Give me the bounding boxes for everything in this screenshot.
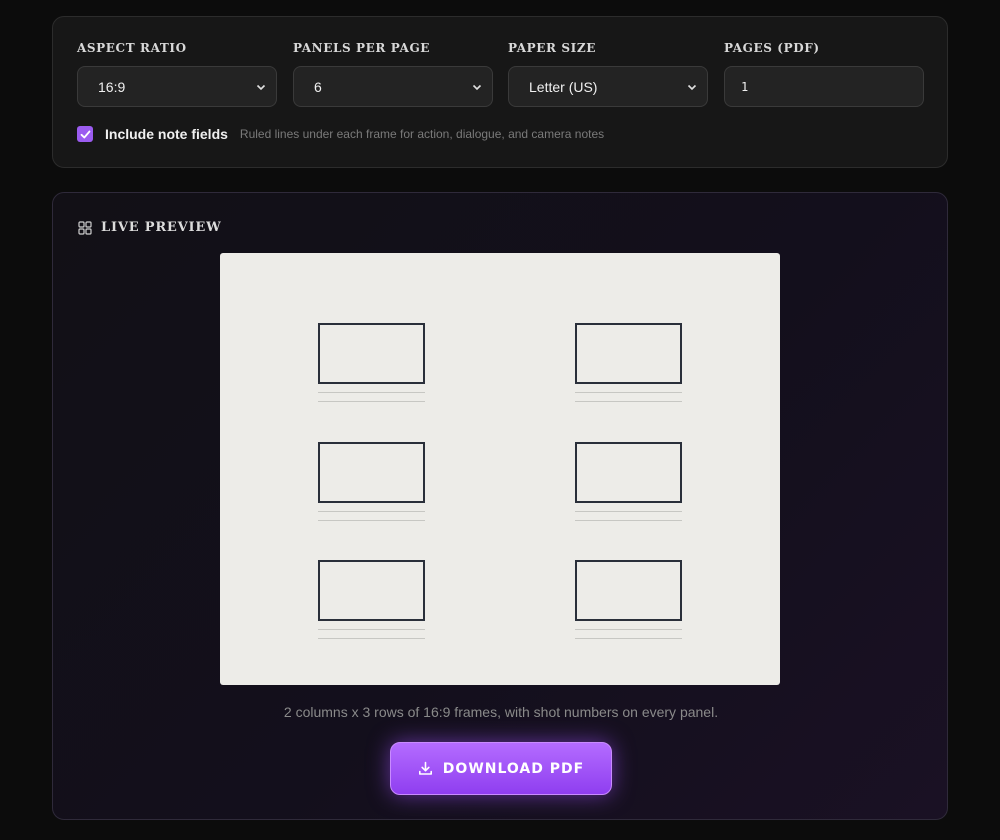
preview-header: LIVE PREVIEW	[78, 220, 222, 235]
note-line	[318, 520, 425, 521]
storyboard-panel	[575, 560, 682, 639]
settings-card: ASPECT RATIO 16:9 PANELS PER PAGE 6 PAPE…	[52, 16, 948, 168]
preview-card: LIVE PREVIEW 2 columns x 3 rows of 16:9 …	[52, 192, 948, 820]
paper-size-field: PAPER SIZE Letter (US)	[508, 41, 708, 107]
storyboard-panel	[318, 560, 425, 639]
note-line	[575, 638, 682, 639]
pages-label: PAGES (PDF)	[724, 41, 820, 55]
check-icon	[80, 130, 90, 138]
note-line	[575, 392, 682, 393]
aspect-ratio-select[interactable]: 16:9	[77, 66, 277, 107]
paper-size-select[interactable]: Letter (US)	[508, 66, 708, 107]
note-line	[318, 401, 425, 402]
chevron-down-icon	[472, 84, 482, 90]
chevron-down-icon	[256, 84, 266, 90]
panel-frame	[575, 560, 682, 621]
panel-frame	[318, 323, 425, 384]
download-icon	[418, 761, 432, 775]
pages-value: 1	[741, 79, 749, 94]
note-line	[575, 401, 682, 402]
panel-frame	[575, 442, 682, 503]
pages-input[interactable]: 1	[724, 66, 924, 107]
panel-frame	[575, 323, 682, 384]
note-line	[318, 638, 425, 639]
panels-per-page-select[interactable]: 6	[293, 66, 493, 107]
note-fields-label[interactable]: Include note fields	[105, 126, 228, 142]
preview-caption: 2 columns x 3 rows of 16:9 frames, with …	[283, 704, 719, 720]
note-line	[318, 511, 425, 512]
note-line	[575, 629, 682, 630]
note-line	[575, 520, 682, 521]
note-line	[318, 629, 425, 630]
aspect-ratio-label: ASPECT RATIO	[77, 41, 187, 55]
pages-field: PAGES (PDF) 1	[724, 41, 924, 107]
storyboard-panel	[575, 323, 682, 402]
note-fields-help: Ruled lines under each frame for action,…	[239, 127, 605, 141]
storyboard-panel	[318, 323, 425, 402]
panels-per-page-field: PANELS PER PAGE 6	[293, 41, 493, 107]
preview-title: LIVE PREVIEW	[101, 220, 222, 235]
panels-per-page-label: PANELS PER PAGE	[293, 41, 431, 55]
panel-frame	[318, 560, 425, 621]
note-fields-option: Include note fields Ruled lines under ea…	[77, 125, 604, 143]
grid-icon	[78, 220, 92, 235]
aspect-ratio-value: 16:9	[98, 78, 126, 95]
panel-frame	[318, 442, 425, 503]
storyboard-panel	[318, 442, 425, 521]
note-line	[318, 392, 425, 393]
note-fields-checkbox[interactable]	[77, 126, 93, 142]
paper-preview	[220, 253, 780, 685]
paper-size-label: PAPER SIZE	[508, 41, 596, 55]
panels-per-page-value: 6	[314, 78, 322, 95]
chevron-down-icon	[687, 84, 697, 90]
paper-size-value: Letter (US)	[529, 78, 598, 95]
download-pdf-button[interactable]: DOWNLOAD PDF	[390, 742, 612, 795]
aspect-ratio-field: ASPECT RATIO 16:9	[77, 41, 277, 107]
storyboard-panel	[575, 442, 682, 521]
download-pdf-label: DOWNLOAD PDF	[442, 760, 585, 777]
note-line	[575, 511, 682, 512]
